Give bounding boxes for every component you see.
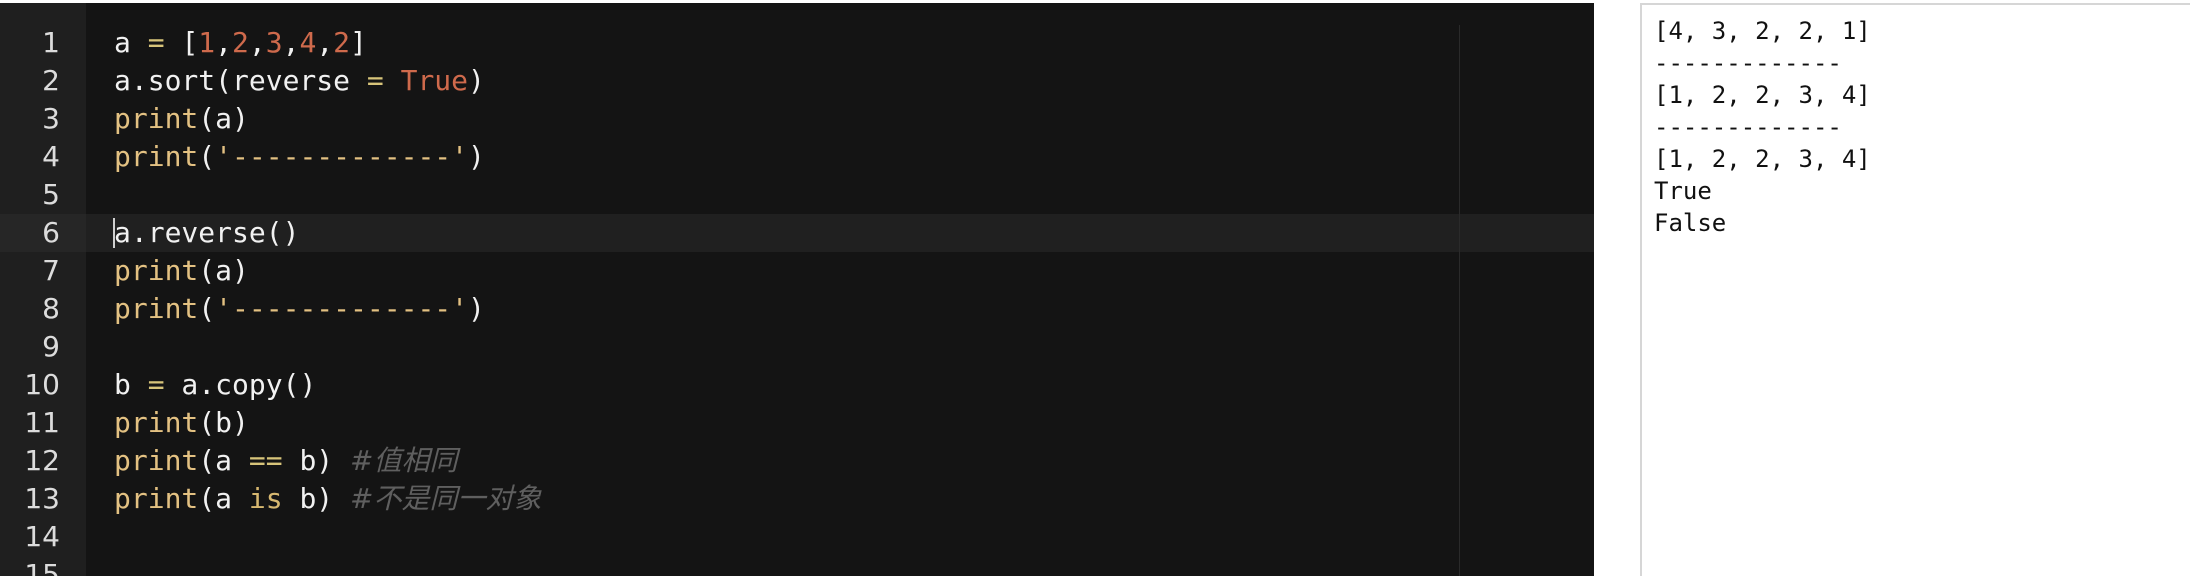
code-token: ) (468, 64, 485, 97)
line-number: 6 (42, 216, 60, 249)
code-editor[interactable]: 1 2 3 4 5 6 7 8 9 10 11 12 13 14 15 a = [1,2,3,4,2] a.s… (0, 3, 1594, 576)
code-token: print (114, 482, 199, 515)
code-token: a.sort(reverse (114, 64, 367, 97)
code-token: b (114, 368, 148, 401)
code-line[interactable]: print(b) (114, 404, 249, 442)
code-line[interactable]: a = [1,2,3,4,2] (114, 24, 367, 62)
code-token: '-------------' (215, 140, 469, 173)
line-number: 13 (24, 482, 60, 515)
line-number: 11 (24, 406, 60, 439)
code-token: 2 (333, 26, 351, 59)
code-token: = (130, 26, 182, 59)
code-line[interactable]: print('-------------') (114, 290, 485, 328)
code-line[interactable]: a.reverse() (114, 214, 299, 252)
code-token: b) (282, 444, 351, 477)
code-token: ( (198, 292, 216, 325)
code-token: , (248, 26, 266, 59)
code-token: print (114, 140, 199, 173)
line-number: 15 (24, 558, 60, 576)
output-line: [4, 3, 2, 2, 1] (1654, 17, 1871, 45)
code-token: (a) (198, 254, 249, 287)
code-token: = (366, 64, 384, 97)
code-token: a (114, 26, 131, 59)
line-number: 3 (42, 102, 60, 135)
output-line: False (1654, 209, 1727, 237)
code-token: == (248, 444, 283, 477)
code-line[interactable]: b = a.copy() (114, 366, 316, 404)
line-number: 12 (24, 444, 60, 477)
code-token: , (316, 26, 334, 59)
code-line[interactable]: print(a is b) #不是同一对象 (114, 480, 542, 518)
output-line: ------------- (1654, 113, 1842, 141)
code-token: a.reverse() (114, 216, 300, 249)
code-token: ) (468, 292, 485, 325)
code-line[interactable]: print('-------------') (114, 138, 485, 176)
code-token: = (147, 368, 165, 401)
print-margin-guide (1459, 25, 1460, 576)
line-number: 1 (42, 26, 60, 59)
line-number: 14 (24, 520, 60, 553)
line-number: 5 (42, 178, 60, 211)
code-token: is (248, 482, 283, 515)
line-number: 2 (42, 64, 60, 97)
code-token: ] (350, 26, 367, 59)
panel-divider (1594, 0, 1640, 576)
line-number-gutter: 1 2 3 4 5 6 7 8 9 10 11 12 13 14 15 (0, 3, 86, 576)
code-token: print (114, 292, 199, 325)
code-token: (a) (198, 102, 249, 135)
code-token: ) (468, 140, 485, 173)
line-number: 10 (24, 368, 60, 401)
code-token: '-------------' (215, 292, 469, 325)
code-line[interactable]: print(a) (114, 252, 249, 290)
code-token: , (215, 26, 233, 59)
code-line[interactable]: print(a) (114, 100, 249, 138)
code-token: [ (181, 26, 199, 59)
line-number: 7 (42, 254, 60, 287)
code-token: , (282, 26, 300, 59)
code-token: 4 (299, 26, 317, 59)
code-line[interactable]: a.sort(reverse = True) (114, 62, 485, 100)
code-runner-window: 1 2 3 4 5 6 7 8 9 10 11 12 13 14 15 a = [1,2,3,4,2] a.s… (0, 0, 2190, 576)
code-token: (a (198, 444, 249, 477)
code-token: 3 (265, 26, 283, 59)
code-token: a.copy() (164, 368, 317, 401)
code-line[interactable]: print(a == b) #值相同 (114, 442, 458, 480)
code-token: #值相同 (350, 444, 458, 477)
output-line: ------------- (1654, 49, 1842, 77)
text-cursor (113, 218, 115, 248)
line-number: 4 (42, 140, 60, 173)
code-token: print (114, 102, 199, 135)
code-token: print (114, 444, 199, 477)
code-token: (b) (198, 406, 249, 439)
code-token: b) (282, 482, 351, 515)
output-line: [1, 2, 2, 3, 4] (1654, 145, 1871, 173)
active-line-highlight (86, 214, 1594, 252)
output-line: True (1654, 177, 1712, 205)
code-token: #不是同一对象 (350, 482, 542, 515)
code-token: print (114, 406, 199, 439)
code-token: (a (198, 482, 249, 515)
code-token: 2 (232, 26, 249, 59)
code-token: True (400, 64, 469, 97)
line-number: 9 (42, 330, 60, 363)
code-token: ( (198, 140, 216, 173)
code-token: print (114, 254, 199, 287)
output-line: [1, 2, 2, 3, 4] (1654, 81, 1871, 109)
output-console: [4, 3, 2, 2, 1] ------------- [1, 2, 2, 3,… (1640, 3, 2190, 576)
code-token: 1 (198, 26, 216, 59)
line-number: 8 (42, 292, 60, 325)
